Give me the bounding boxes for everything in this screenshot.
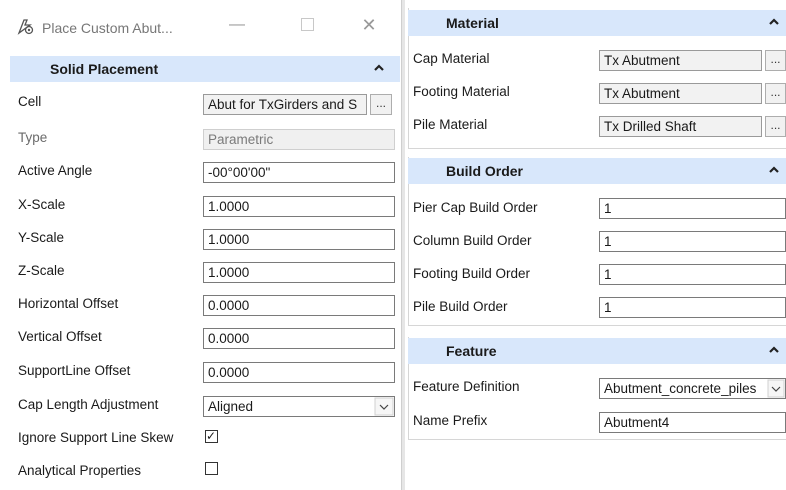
properties-panel: Material Cap Material Tx Abutment ... Fo… [405, 0, 786, 490]
feature-definition-value: Abutment_concrete_piles [604, 381, 757, 396]
pier-cap-build-order-input[interactable]: 1 [599, 198, 786, 219]
collapse-caret-icon[interactable] [767, 163, 781, 177]
type-field: Parametric [203, 129, 395, 150]
cell-browse-button[interactable]: ... [370, 94, 392, 115]
maximize-button[interactable] [292, 12, 322, 38]
x-scale-input[interactable]: 1.0000 [203, 196, 395, 217]
feature-definition-select[interactable]: Abutment_concrete_piles [599, 378, 786, 399]
pier-cap-build-order-label: Pier Cap Build Order [413, 200, 538, 215]
collapse-caret-icon[interactable] [767, 15, 781, 29]
build-order-header[interactable]: Build Order [408, 158, 786, 184]
supportline-offset-label: SupportLine Offset [18, 363, 131, 378]
pile-material-browse-button[interactable]: ... [765, 116, 786, 137]
column-build-order-input[interactable]: 1 [599, 231, 786, 252]
type-label: Type [18, 130, 48, 145]
cell-field[interactable]: Abut for TxGirders and S [203, 94, 367, 115]
name-prefix-input[interactable]: Abutment4 [599, 412, 786, 433]
minimize-button[interactable]: — [222, 12, 252, 38]
supportline-offset-input[interactable]: 0.0000 [203, 362, 395, 383]
ignore-support-line-skew-checkbox[interactable]: ✓ [205, 429, 218, 443]
analytical-properties-label: Analytical Properties [18, 463, 142, 478]
vertical-offset-label: Vertical Offset [18, 329, 102, 344]
footing-material-field[interactable]: Tx Abutment [599, 83, 762, 104]
analytical-properties-checkbox[interactable] [205, 462, 218, 475]
section-title: Solid Placement [50, 61, 159, 77]
window-title: Place Custom Abut... [42, 20, 173, 36]
cap-length-adjustment-value: Aligned [208, 399, 254, 414]
feature-definition-label: Feature Definition [413, 379, 520, 394]
horizontal-offset-input[interactable]: 0.0000 [203, 295, 395, 316]
section-title: Material [446, 15, 499, 31]
tool-settings-dialog: Place Custom Abut... — ✕ Solid Placement… [0, 0, 401, 490]
title-bar[interactable]: Place Custom Abut... — ✕ [0, 0, 401, 50]
solid-placement-header[interactable]: Solid Placement [10, 56, 400, 82]
cell-label: Cell [18, 94, 42, 109]
tool-icon [17, 19, 34, 35]
cap-material-field[interactable]: Tx Abutment [599, 50, 762, 71]
active-angle-input[interactable]: -00°00'00" [203, 162, 395, 183]
footing-build-order-label: Footing Build Order [413, 266, 531, 281]
close-button[interactable]: ✕ [354, 12, 384, 38]
z-scale-input[interactable]: 1.0000 [203, 262, 395, 283]
collapse-caret-icon[interactable] [372, 61, 386, 75]
chevron-down-icon [767, 379, 785, 398]
cap-material-browse-button[interactable]: ... [765, 50, 786, 71]
x-scale-label: X-Scale [18, 197, 66, 212]
z-scale-label: Z-Scale [18, 263, 65, 278]
horizontal-offset-label: Horizontal Offset [18, 296, 119, 311]
footing-material-label: Footing Material [413, 84, 510, 99]
minimize-icon: — [229, 16, 245, 33]
footing-material-browse-button[interactable]: ... [765, 83, 786, 104]
section-title: Build Order [446, 163, 524, 179]
feature-header[interactable]: Feature [408, 338, 786, 364]
ignore-support-line-skew-label: Ignore Support Line Skew [18, 430, 174, 445]
checkmark-icon: ✓ [206, 429, 217, 443]
cap-length-adjustment-label: Cap Length Adjustment [18, 397, 159, 412]
material-header[interactable]: Material [408, 10, 786, 36]
vertical-offset-input[interactable]: 0.0000 [203, 328, 395, 349]
footing-build-order-input[interactable]: 1 [599, 264, 786, 285]
name-prefix-label: Name Prefix [413, 413, 488, 428]
pile-material-label: Pile Material [413, 117, 488, 132]
pile-build-order-label: Pile Build Order [413, 299, 508, 314]
cap-material-label: Cap Material [413, 51, 490, 66]
pile-material-field[interactable]: Tx Drilled Shaft [599, 116, 762, 137]
chevron-down-icon [374, 397, 394, 416]
pile-build-order-input[interactable]: 1 [599, 297, 786, 318]
cap-length-adjustment-select[interactable]: Aligned [203, 396, 395, 417]
collapse-caret-icon[interactable] [767, 343, 781, 357]
section-title: Feature [446, 343, 497, 359]
close-icon: ✕ [361, 15, 377, 35]
active-angle-label: Active Angle [18, 163, 93, 178]
y-scale-label: Y-Scale [18, 230, 65, 245]
maximize-icon [300, 18, 314, 32]
y-scale-input[interactable]: 1.0000 [203, 229, 395, 250]
column-build-order-label: Column Build Order [413, 233, 532, 248]
